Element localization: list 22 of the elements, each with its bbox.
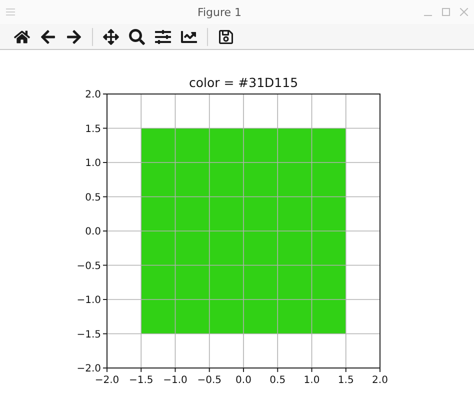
chart-title: color = #31D115 xyxy=(188,75,298,90)
tick-label: 1.0 xyxy=(304,375,320,386)
tick-label: −1.5 xyxy=(76,329,101,340)
tick-label: 0.5 xyxy=(270,375,286,386)
tick-label: 0.0 xyxy=(85,226,101,238)
window-title: Figure 1 xyxy=(197,6,242,18)
tick-label: −2.0 xyxy=(94,375,120,386)
tick-label: 1.5 xyxy=(85,124,101,135)
tick-label: −1.0 xyxy=(76,295,101,306)
tick-label: 0.5 xyxy=(85,192,101,204)
tick-label: −0.5 xyxy=(197,375,222,386)
tick-label: −2.0 xyxy=(76,364,101,374)
tick-label: −1.5 xyxy=(128,375,154,386)
tick-label: 1.0 xyxy=(85,158,101,169)
search-button[interactable] xyxy=(127,26,147,46)
tick-label: 1.5 xyxy=(338,375,354,386)
tick-label: −0.5 xyxy=(76,260,101,272)
tick-label: 0.0 xyxy=(236,375,252,386)
tick-label: −1.0 xyxy=(163,375,188,386)
move-button[interactable] xyxy=(101,26,121,46)
tick-label: 2.0 xyxy=(85,90,101,100)
tick-label: 2.0 xyxy=(372,375,388,386)
